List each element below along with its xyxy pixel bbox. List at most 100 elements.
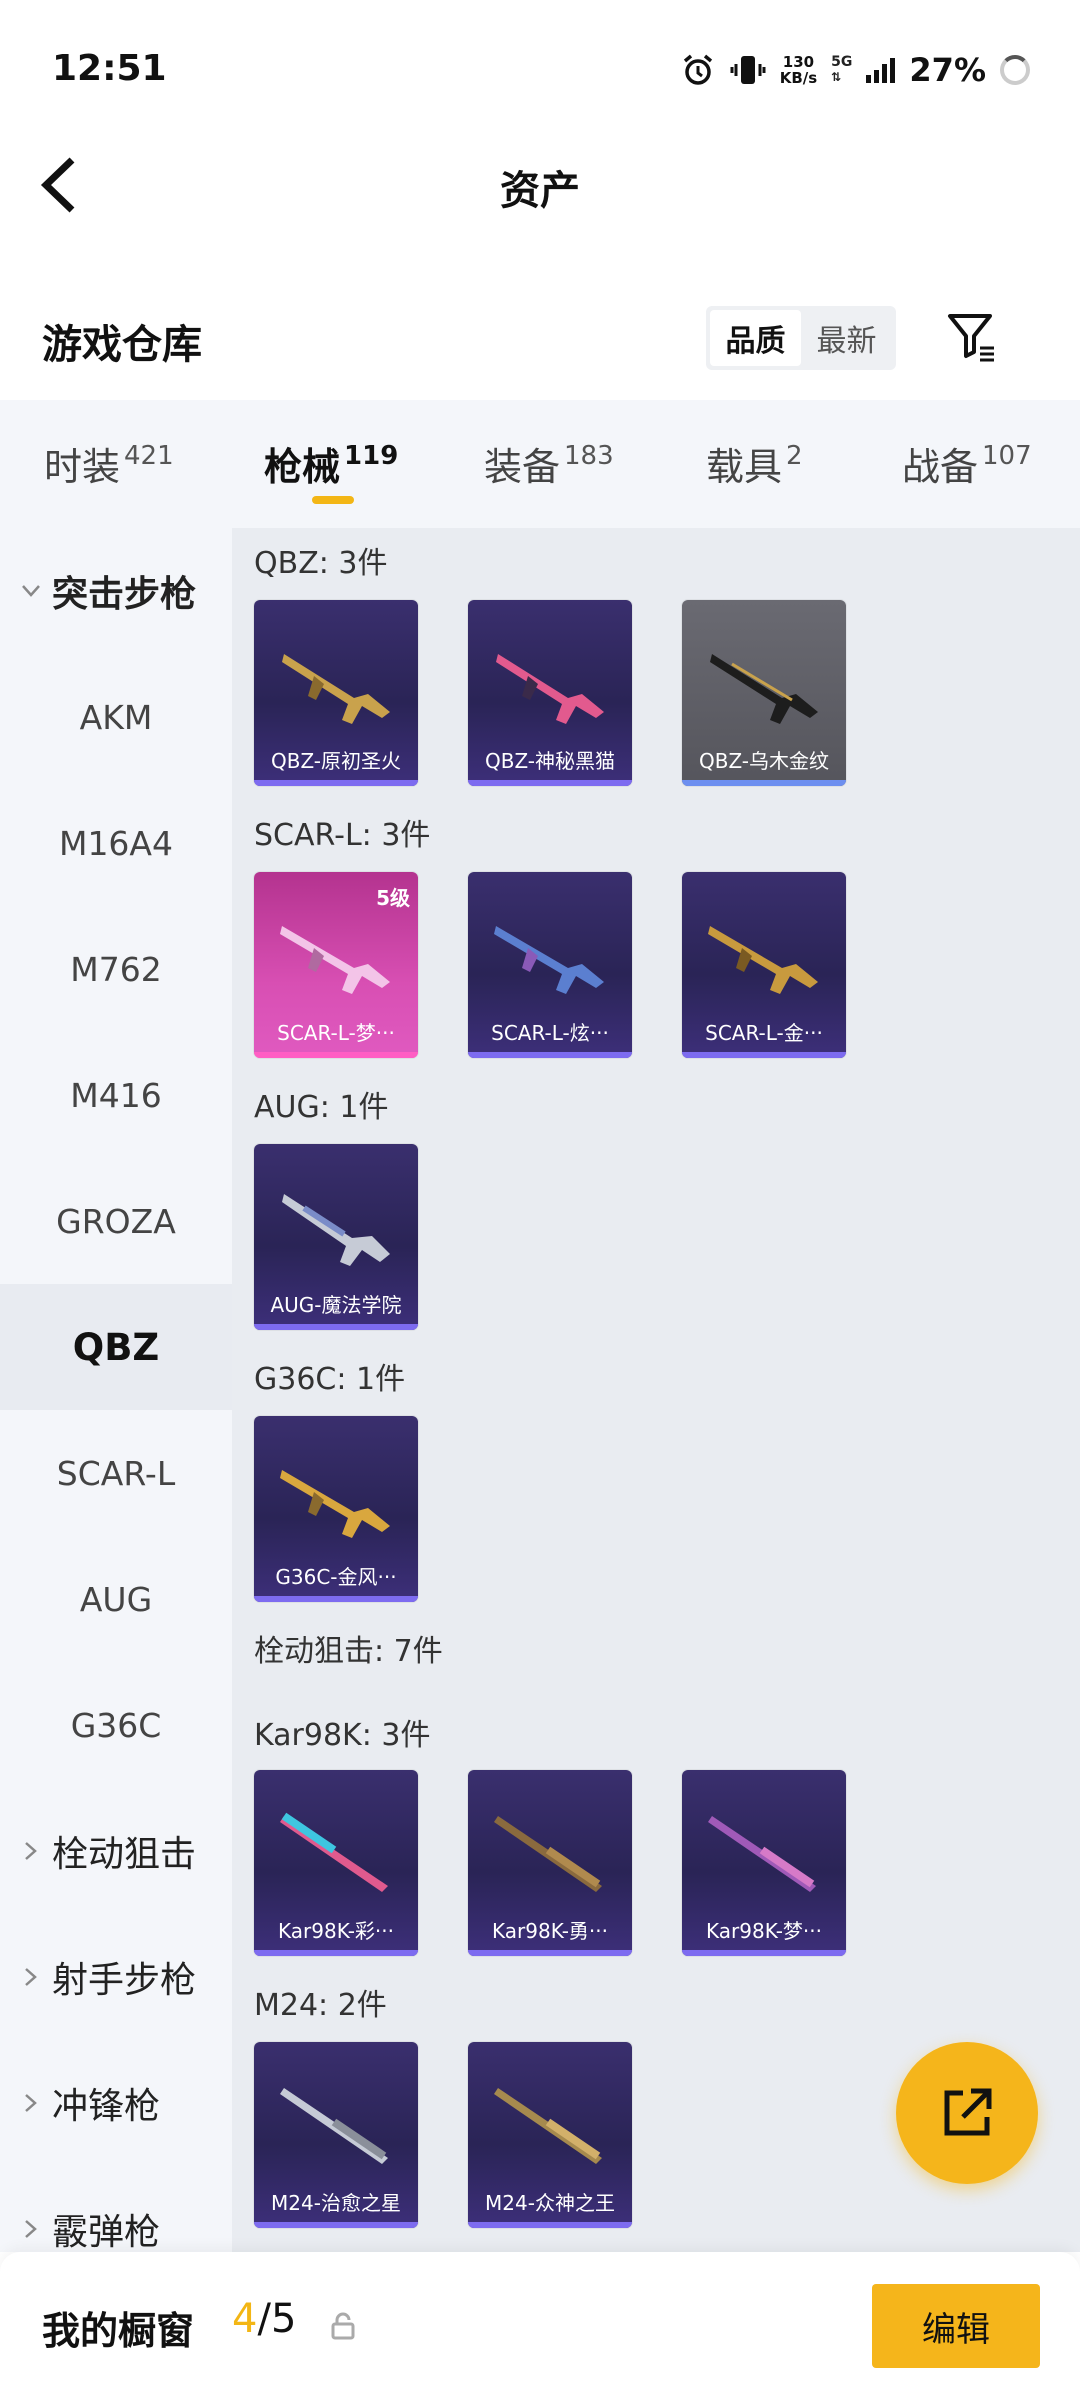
tab-fashion[interactable]: 时装 421 [44,436,174,491]
sidebar-group-shotguns[interactable]: 霰弹枪 [0,2166,232,2252]
skin-card[interactable]: Kar98K-勇··· [468,1770,632,1956]
tab-count: 2 [786,441,803,471]
tab-count: 183 [564,441,614,471]
skin-card[interactable]: SCAR-L-炫··· [468,872,632,1058]
skin-card[interactable]: Kar98K-梦··· [682,1770,846,1956]
section-title: AUG: 1件 [254,1090,389,1125]
rifle-icon [282,1194,390,1266]
section-title: M24: 2件 [254,1988,387,2023]
tab-label: 时装 [44,445,121,489]
chevron-down-icon [20,580,42,602]
sidebar-item-g36c[interactable]: G36C [0,1662,232,1788]
sniper-rifle-icon [494,1816,602,1892]
sort-option-newest[interactable]: 最新 [801,310,892,366]
skin-card[interactable]: AUG-魔法学院 [254,1144,418,1330]
rarity-bar [468,1052,632,1058]
skin-card[interactable]: G36C-金风··· [254,1416,418,1602]
weapon-grid: QBZ: 3件 QBZ-原初圣火 QBZ-神秘黑猫 QBZ-乌木金纹 SCAR-… [232,528,1080,2252]
sidebar-item-aug[interactable]: AUG [0,1536,232,1662]
sidebar-item-akm[interactable]: AKM [0,654,232,780]
sniper-rifle-icon [708,1816,816,1892]
rarity-bar [254,1324,418,1330]
rifle-icon [282,654,390,724]
sidebar-item-groza[interactable]: GROZA [0,1158,232,1284]
rarity-bar [254,780,418,786]
skin-card[interactable]: QBZ-神秘黑猫 [468,600,632,786]
filter-icon [948,314,994,362]
rarity-bar [254,2222,418,2228]
network-speed: 130 KB/s [780,54,817,86]
skin-name: AUG-魔法学院 [270,1293,402,1317]
skin-name: M24-众神之王 [485,2191,615,2215]
status-icons: 130 KB/s 5G ⇅ 27% [680,48,1030,92]
data-arrows-icon: ⇅ [831,70,842,84]
skin-card[interactable]: 5级 SCAR-L-梦··· [254,872,418,1058]
status-time: 12:51 [52,48,167,89]
rarity-bar [682,1950,846,1956]
skin-name: Kar98K-勇··· [492,1919,608,1943]
skin-card[interactable]: QBZ-乌木金纹 [682,600,846,786]
chevron-right-icon [20,2218,42,2240]
chevron-right-icon [20,2092,42,2114]
rarity-bar [254,1950,418,1956]
edit-button[interactable]: 编辑 [872,2284,1040,2368]
network-type: 5G ⇅ [831,55,852,85]
section-title: Kar98K: 3件 [254,1718,431,1753]
tab-label: 战备 [902,445,979,489]
skin-name: Kar98K-梦··· [706,1919,822,1943]
sidebar-item-m416[interactable]: M416 [0,1032,232,1158]
filter-button[interactable] [944,308,1000,364]
skin-name: QBZ-原初圣火 [270,749,402,773]
sort-option-quality[interactable]: 品质 [710,310,801,366]
lock-icon [331,2312,355,2340]
tab-label: 装备 [484,445,561,489]
sidebar-item-label: 霰弹枪 [52,2212,161,2252]
skin-card[interactable]: SCAR-L-金··· [682,872,846,1058]
network-speed-unit: KB/s [779,69,818,87]
sidebar-group-assault-rifles[interactable]: 突击步枪 [0,528,232,654]
skin-card[interactable]: M24-治愈之星 [254,2042,418,2228]
section-title: SCAR-L: 3件 [254,818,431,853]
sniper-rifle-icon [494,2088,602,2164]
sidebar-item-m762[interactable]: M762 [0,906,232,1032]
sidebar-item-label: 突击步枪 [52,574,197,615]
warehouse-row: 游戏仓库 品质 最新 [0,290,1080,380]
rifle-icon [708,926,818,994]
tab-vehicles[interactable]: 载具 2 [706,436,803,491]
skin-name: Kar98K-彩··· [278,1919,394,1943]
network-type-label: 5G [831,54,853,70]
sidebar-group-smg[interactable]: 冲锋枪 [0,2040,232,2166]
category-tabs: 时装 421 枪械 119 装备 183 载具 2 战备 107 [0,400,1080,528]
section-title: G36C: 1件 [254,1362,406,1397]
sidebar-item-label: 射手步枪 [52,1960,197,2001]
section-title: 栓动狙击: 7件 [254,1634,443,1669]
weapon-type-sidebar: 突击步枪 AKM M16A4 M762 M416 GROZA QBZ SCAR-… [0,528,232,2252]
skin-card[interactable]: QBZ-原初圣火 [254,600,418,786]
chevron-right-icon [20,1966,42,1988]
sidebar-group-marksman[interactable]: 射手步枪 [0,1914,232,2040]
sidebar-group-bolt-snipers[interactable]: 栓动狙击 [0,1788,232,1914]
active-tab-indicator [312,496,354,504]
sidebar-item-qbz[interactable]: QBZ [0,1284,232,1410]
rarity-bar [254,1596,418,1602]
skin-name: SCAR-L-金··· [705,1021,823,1045]
sort-toggle: 品质 最新 [706,306,896,370]
showcase-separator: / [257,2296,271,2342]
battery-ring-icon [1000,55,1030,85]
sidebar-item-m16a4[interactable]: M16A4 [0,780,232,906]
tab-supplies[interactable]: 战备 107 [902,436,1032,491]
share-button[interactable] [896,2042,1038,2184]
sidebar-item-scar-l[interactable]: SCAR-L [0,1410,232,1536]
tab-equipment[interactable]: 装备 183 [484,436,614,491]
app-header: 资产 [0,140,1080,230]
skin-card[interactable]: Kar98K-彩··· [254,1770,418,1956]
sniper-rifle-icon [280,2088,388,2164]
page-title: 资产 [500,168,580,214]
skin-name: QBZ-乌木金纹 [698,749,830,773]
tab-label: 载具 [706,445,783,489]
skin-card[interactable]: M24-众神之王 [468,2042,632,2228]
vibrate-icon [730,52,766,88]
tab-weapons[interactable]: 枪械 119 [264,436,398,491]
skin-name: G36C-金风··· [275,1565,397,1589]
rarity-bar [682,1052,846,1058]
